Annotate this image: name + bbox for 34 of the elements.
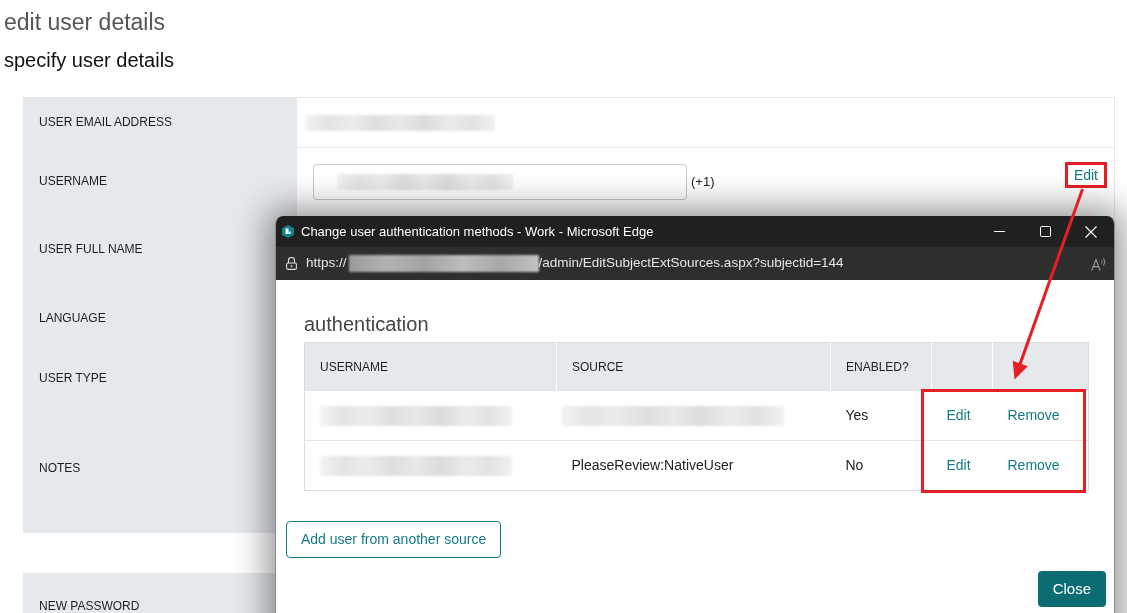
section-heading: authentication bbox=[304, 312, 430, 337]
row-action-link[interactable]: Edit bbox=[946, 407, 971, 423]
app-icon bbox=[282, 225, 294, 238]
table-cell: No bbox=[830, 440, 932, 491]
text-field[interactable] bbox=[313, 163, 687, 200]
field-label: USER EMAIL ADDRESS bbox=[39, 114, 172, 131]
column-header: SOURCE bbox=[556, 342, 831, 391]
window-title: Change user authentication methods - Work - Microsoft Edge bbox=[301, 222, 654, 241]
row-action-link[interactable]: Remove bbox=[1007, 407, 1060, 423]
edit-link[interactable]: Edit bbox=[1073, 167, 1098, 183]
field-label: USER FULL NAME bbox=[39, 241, 143, 258]
maximize-icon bbox=[1039, 226, 1051, 237]
url-text: https:// bbox=[306, 254, 347, 273]
page-title: edit user details bbox=[3, 8, 167, 36]
url-text: /admin/EditSubjectExtSources.aspx?subjectid=144 bbox=[538, 254, 844, 273]
field-label: NOTES bbox=[39, 460, 81, 477]
field-label: USER TYPE bbox=[39, 370, 107, 387]
close-dialog-button[interactable]: Close bbox=[1037, 571, 1106, 607]
table-cell: Yes bbox=[830, 390, 932, 441]
field-label: LANGUAGE bbox=[39, 310, 106, 327]
count-text: (+1) bbox=[691, 172, 715, 191]
column-header: USERNAME bbox=[304, 342, 557, 391]
field-label: USERNAME bbox=[39, 173, 107, 190]
column-header: ENABLED? bbox=[830, 342, 932, 391]
add-source-button[interactable]: Add user from another source bbox=[286, 521, 502, 558]
row-action-link[interactable]: Edit bbox=[946, 457, 971, 473]
lock-icon bbox=[286, 257, 297, 270]
minimize-icon bbox=[993, 231, 1005, 232]
close-icon bbox=[1085, 225, 1097, 238]
read-aloud-icon[interactable] bbox=[1091, 256, 1107, 271]
field-label: NEW PASSWORD bbox=[39, 598, 140, 613]
row-action-link[interactable]: Remove bbox=[1007, 457, 1060, 473]
table-cell: PleaseReview:NativeUser bbox=[556, 440, 831, 491]
section-heading: specify user details bbox=[3, 48, 176, 73]
